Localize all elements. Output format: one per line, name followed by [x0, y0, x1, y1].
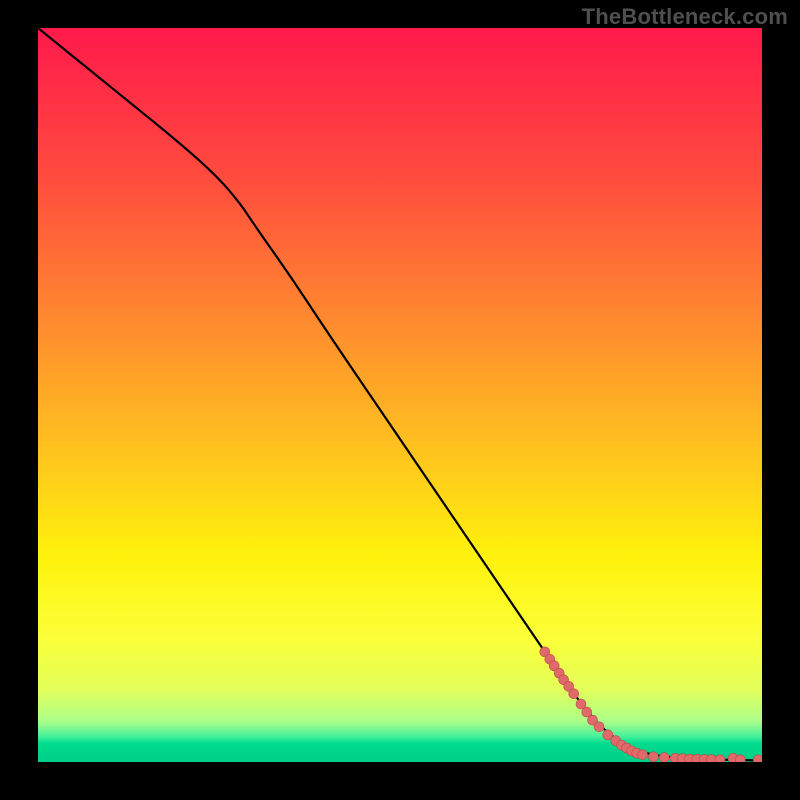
chart-svg [38, 28, 762, 762]
data-point [648, 752, 658, 762]
figure-root: TheBottleneck.com [0, 0, 800, 800]
data-point [715, 755, 725, 762]
data-point [594, 722, 604, 732]
gradient-background [38, 28, 762, 762]
data-point [735, 755, 745, 762]
plot-area [38, 28, 762, 762]
watermark-text: TheBottleneck.com [582, 4, 788, 30]
data-point [569, 689, 579, 699]
data-point [659, 753, 669, 762]
data-point [706, 755, 716, 762]
data-point [638, 750, 648, 760]
